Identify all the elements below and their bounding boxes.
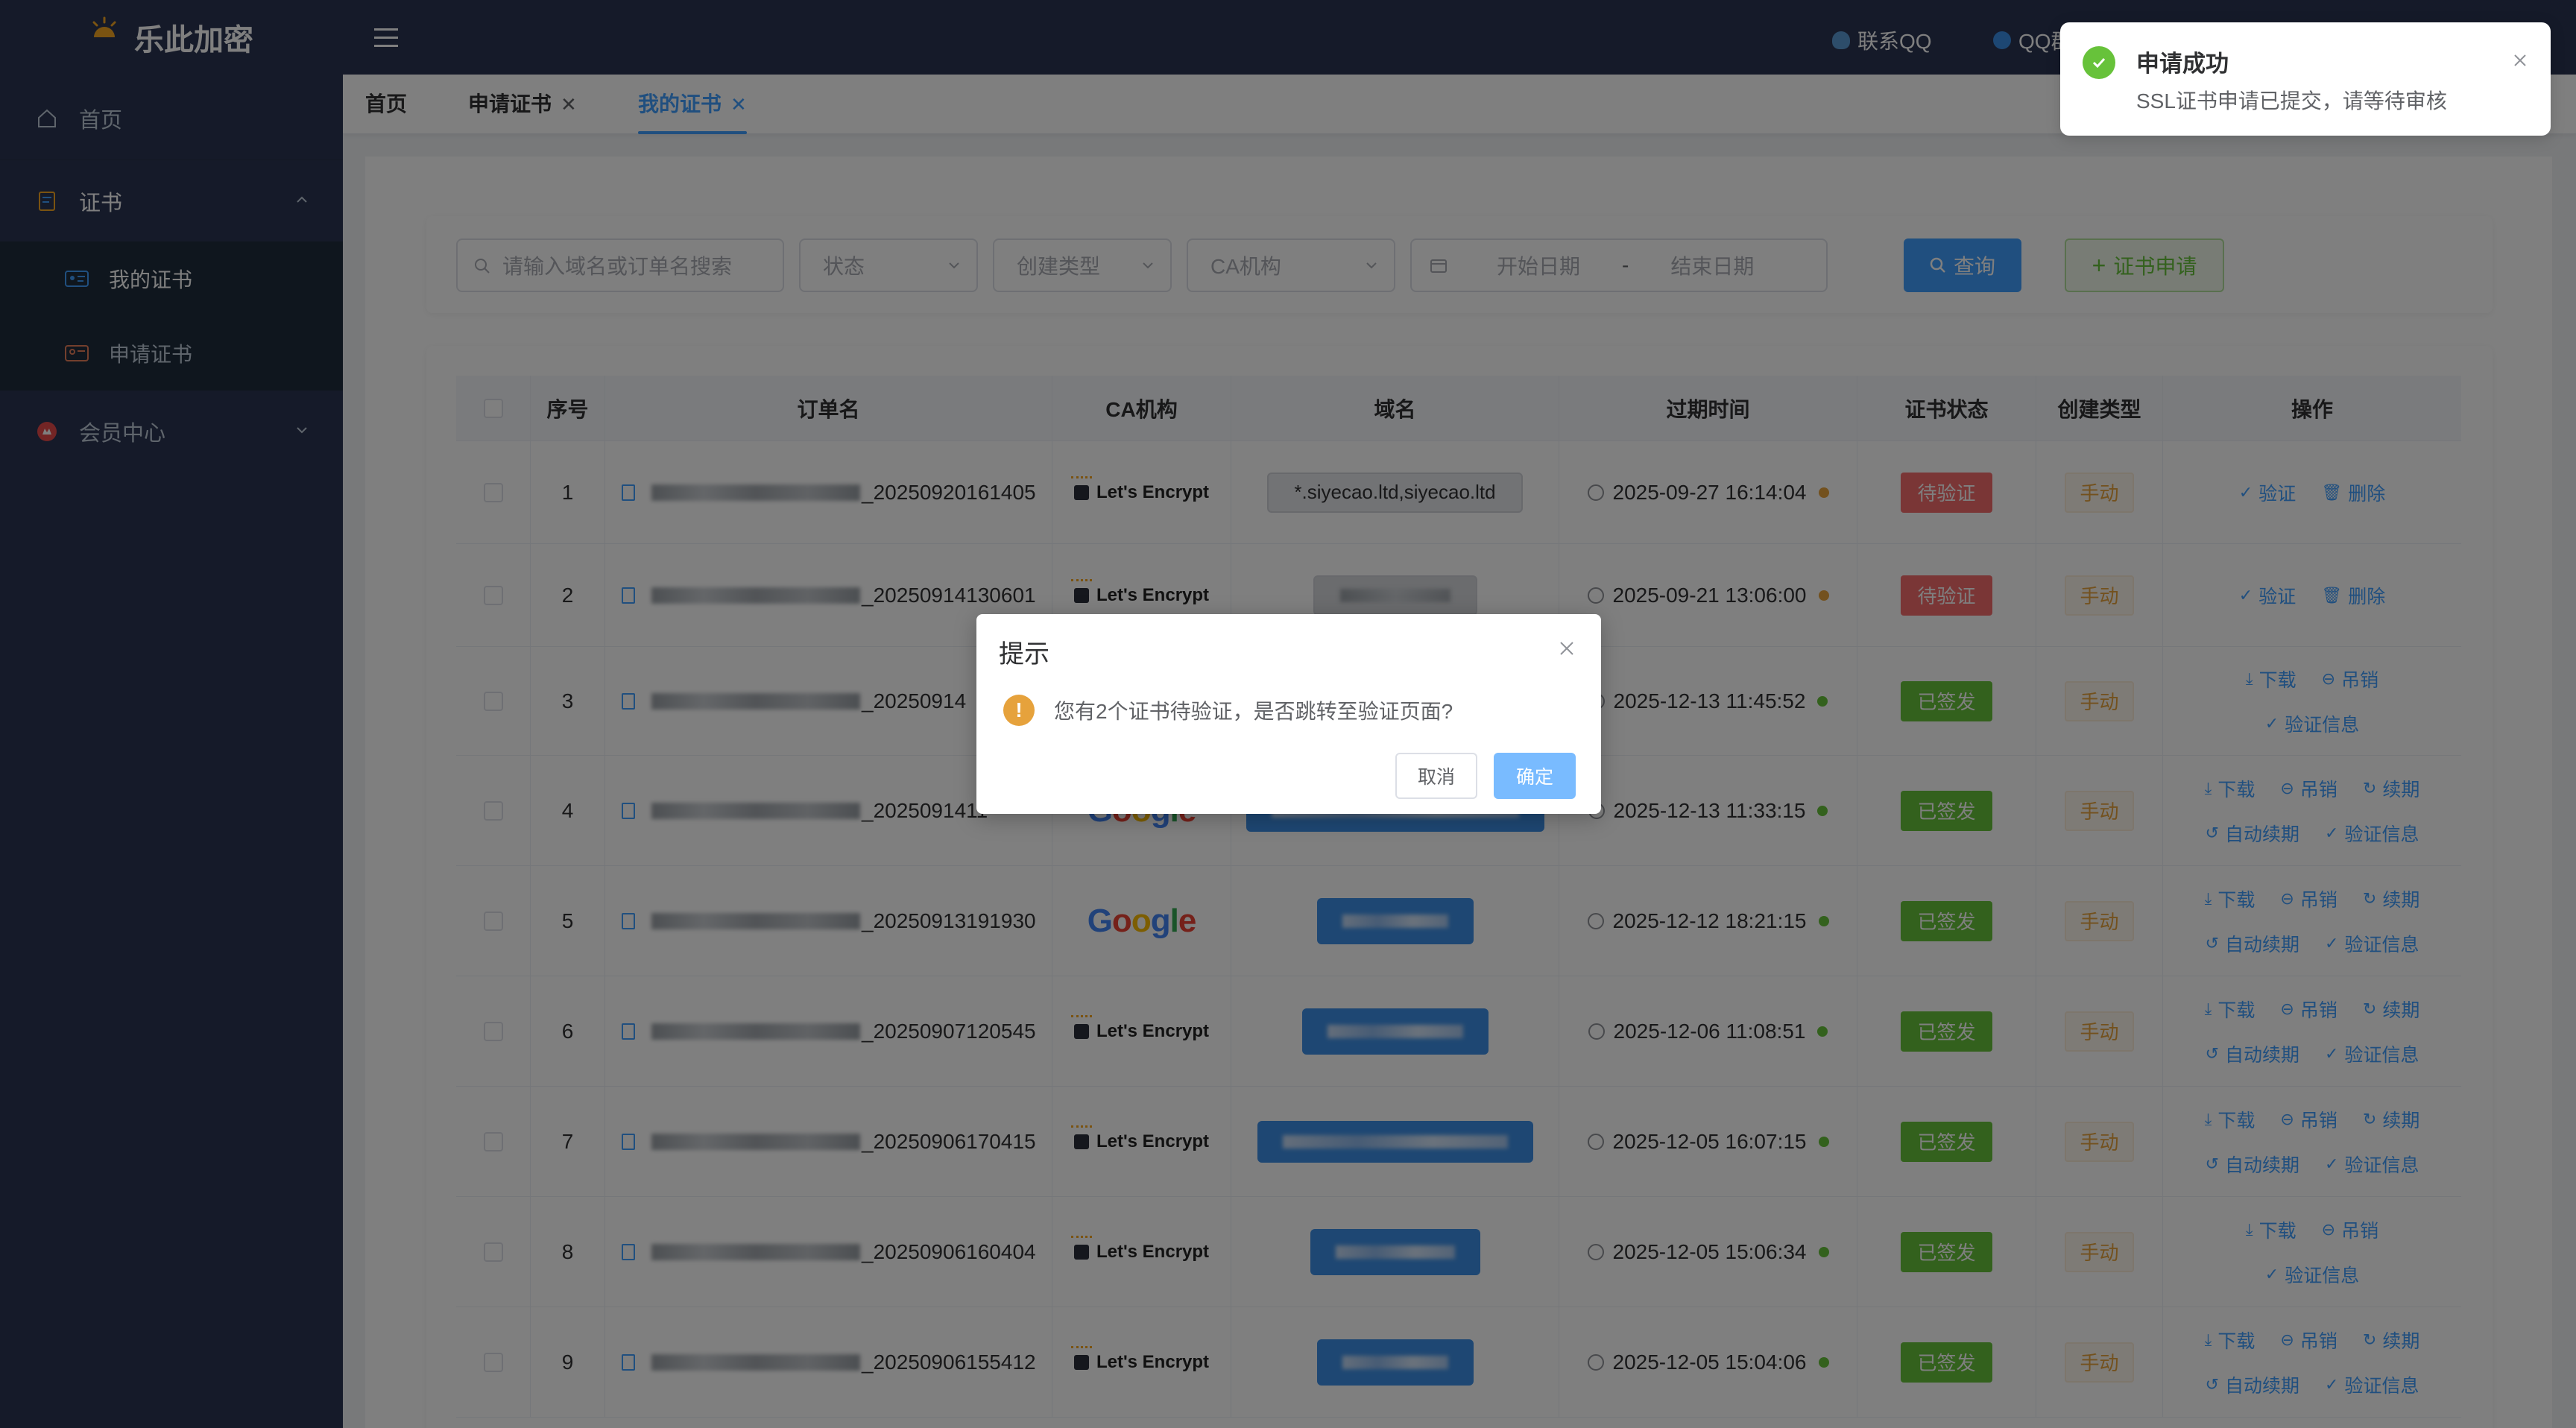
notification-message: SSL证书申请已提交，请等待审核 — [2136, 89, 2447, 113]
dialog-title: 提示 — [999, 640, 1049, 669]
dialog-message: 您有2个证书待验证，是否跳转至验证页面? — [1054, 700, 1453, 723]
confirm-dialog: 提示 ! 您有2个证书待验证，是否跳转至验证页面? 取消 确定 — [976, 614, 1601, 814]
notification-title: 申请成功 — [2136, 51, 2229, 77]
cancel-button[interactable]: 取消 — [1395, 753, 1477, 799]
confirm-button[interactable]: 确定 — [1494, 753, 1576, 799]
warning-icon: ! — [1003, 695, 1035, 726]
close-icon[interactable] — [1558, 639, 1576, 657]
success-notification: 申请成功 SSL证书申请已提交，请等待审核 — [2060, 22, 2551, 136]
dialog-body: ! 您有2个证书待验证，是否跳转至验证页面? — [1003, 695, 1453, 726]
close-icon[interactable] — [2512, 52, 2528, 69]
check-circle-icon — [2083, 46, 2115, 79]
